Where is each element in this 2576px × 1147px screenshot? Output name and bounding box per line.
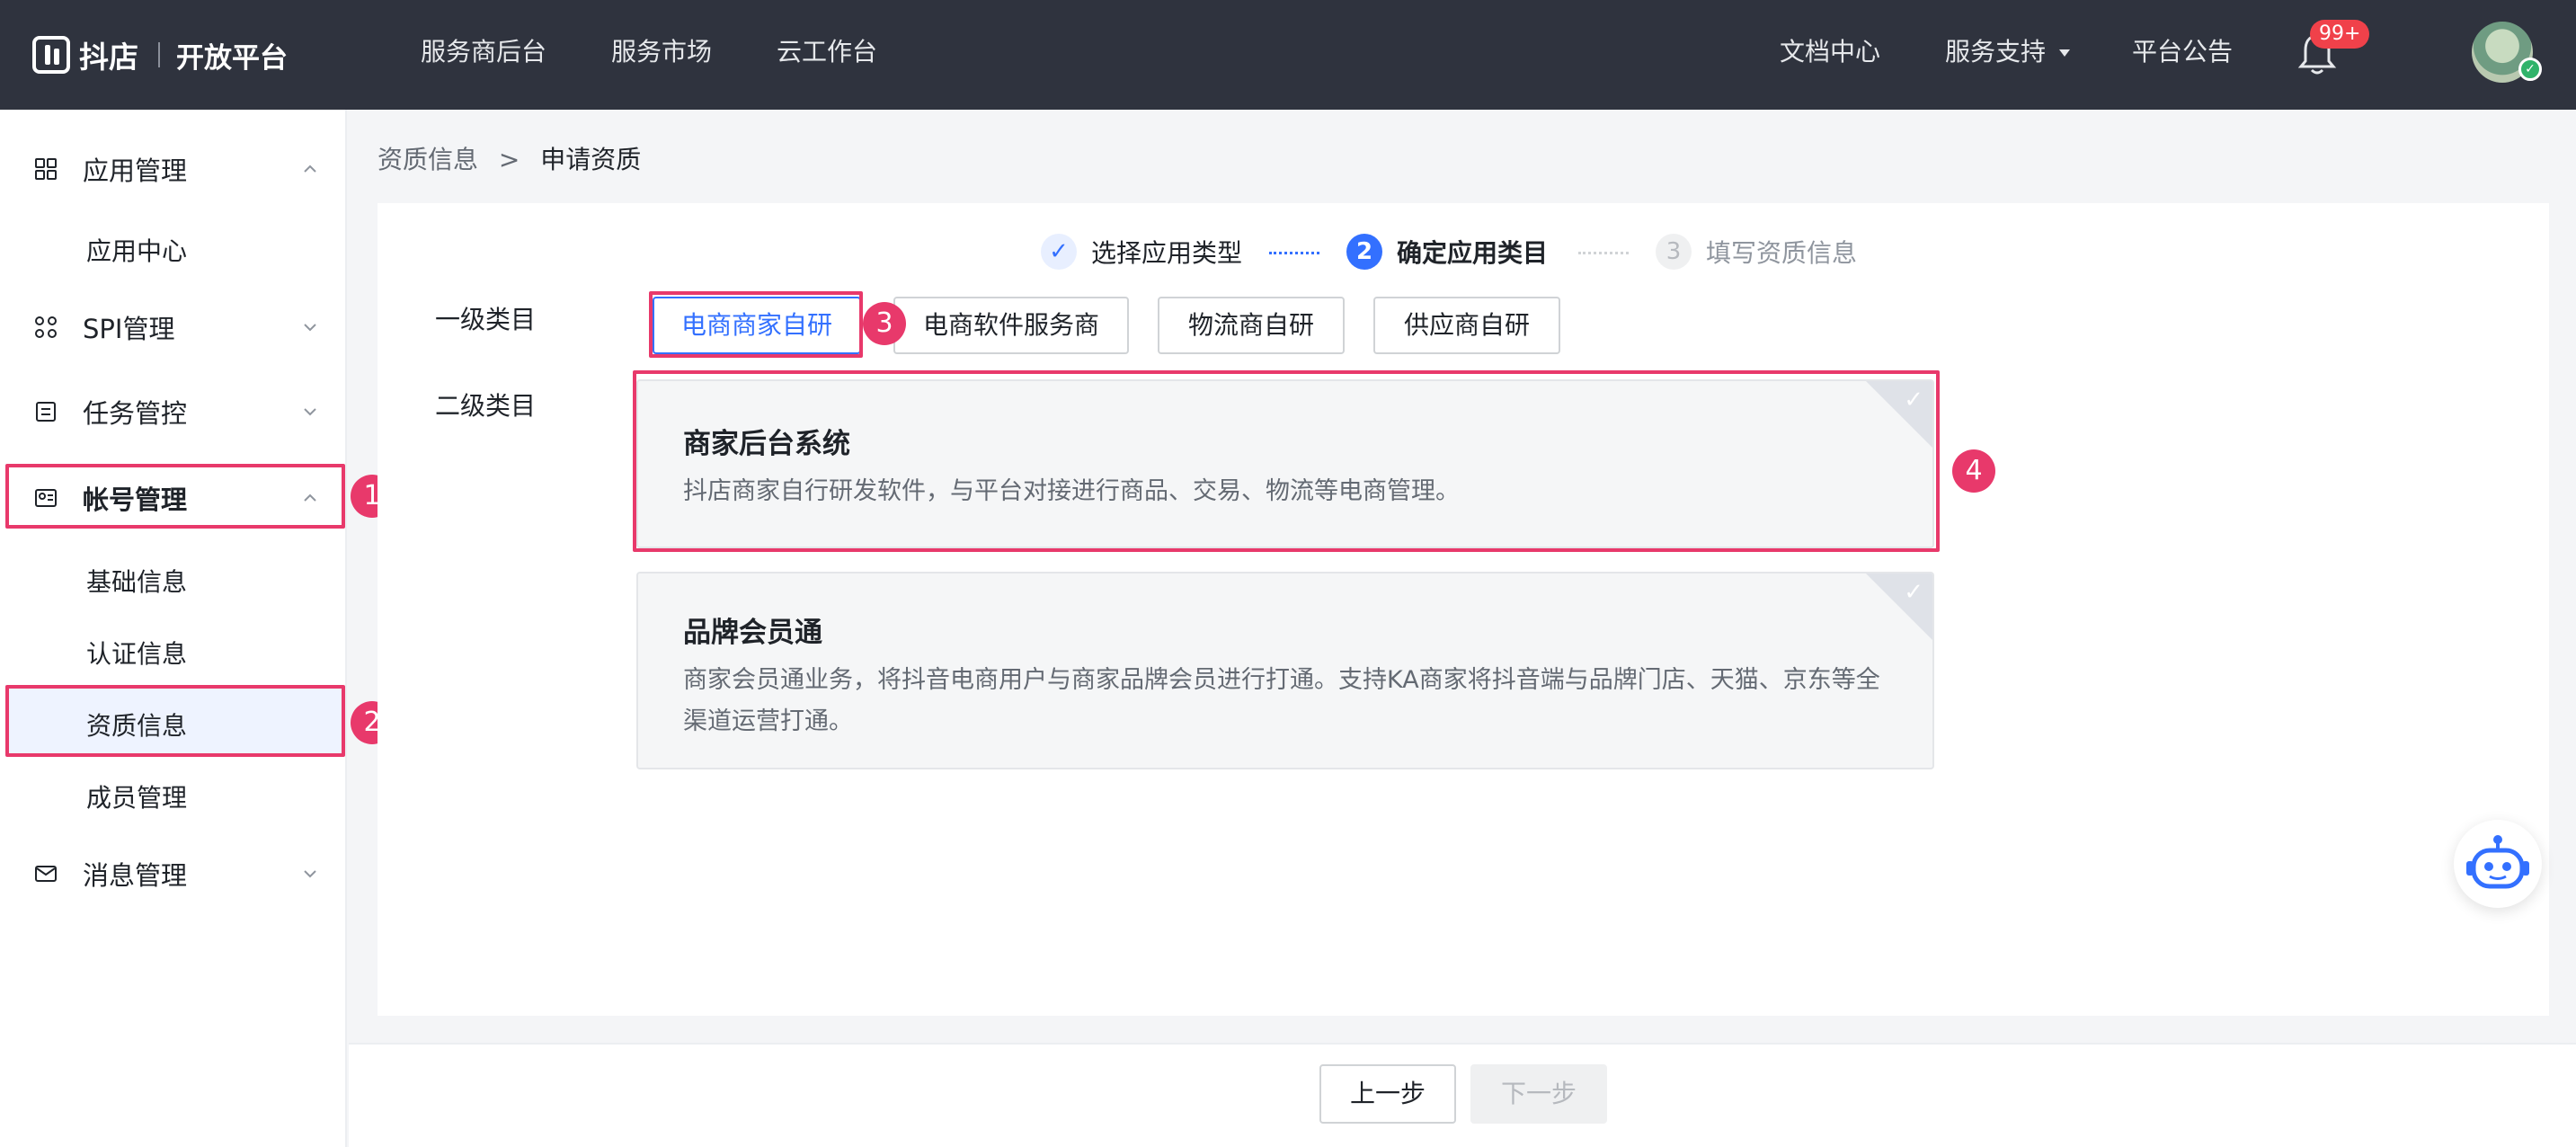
card-title: 品牌会员通 (683, 617, 822, 649)
category-option-logistics-self-dev[interactable]: 物流商自研 (1158, 297, 1345, 354)
chevron-up-icon (304, 164, 316, 173)
sidebar-item-app-center[interactable]: 应用中心 (86, 232, 187, 268)
task-icon (36, 402, 56, 422)
previous-step-button[interactable]: 上一步 (1319, 1064, 1456, 1124)
sidebar-group-label: 应用管理 (83, 156, 188, 186)
sidebar-group-label: 消息管理 (83, 860, 188, 891)
category-option-supplier-self-dev[interactable]: 供应商自研 (1373, 297, 1560, 354)
brand-name: 抖店 (79, 40, 138, 75)
notification-count-badge: 99+ (2310, 20, 2370, 49)
step-label: 选择应用类型 (1091, 238, 1243, 268)
sidebar-item-certification-info[interactable]: 认证信息 (86, 635, 187, 671)
caret-down-icon (2058, 49, 2070, 57)
level1-category-label: 一级类目 (435, 305, 537, 334)
step-number: 3 (1656, 234, 1692, 270)
next-step-button[interactable]: 下一步 (1470, 1064, 1607, 1124)
nav-cloud-workbench[interactable]: 云工作台 (777, 32, 877, 68)
sidebar-group-account-management[interactable]: 帐号管理 (0, 469, 347, 527)
sidebar-group-task-control[interactable]: 任务管控 (0, 383, 347, 440)
brand-subtitle: 开放平台 (176, 41, 288, 75)
assistant-robot-button[interactable] (2454, 820, 2542, 908)
sidebar-item-qualification-info[interactable]: 资质信息 (86, 707, 187, 742)
verified-check-icon: ✓ (2518, 58, 2542, 81)
card-description: 抖店商家自行研发软件，与平台对接进行商品、交易、物流等电商管理。 (683, 477, 1460, 505)
chevron-down-icon (304, 870, 316, 878)
card-title: 商家后台系统 (683, 428, 850, 460)
sidebar-group-label: 帐号管理 (83, 485, 188, 515)
logo-divider (158, 42, 160, 67)
step-number: 2 (1346, 234, 1382, 270)
chevron-up-icon (304, 493, 316, 502)
spi-icon (35, 316, 57, 338)
nav-provider-backend[interactable]: 服务商后台 (421, 32, 546, 68)
grid-icon (35, 158, 57, 180)
category-option-software-provider[interactable]: 电商软件服务商 (893, 297, 1129, 354)
check-icon: ✓ (1904, 387, 1923, 413)
sidebar-item-member-management[interactable]: 成员管理 (86, 778, 187, 814)
breadcrumb: 资质信息 > 申请资质 (378, 140, 641, 176)
logo-icon (32, 36, 70, 74)
step-connector (1578, 252, 1629, 254)
nav-service-support-label: 服务支持 (1945, 37, 2047, 67)
platform-logo[interactable]: 抖店 开放平台 (32, 34, 288, 76)
step-confirm-category: 2 确定应用类目 (1346, 234, 1548, 270)
mail-icon (35, 866, 57, 882)
category-option-merchant-self-dev[interactable]: 电商商家自研 (653, 297, 861, 354)
step-select-app-type: ✓ 选择应用类型 (1041, 234, 1242, 270)
annotation-marker-3: 3 (863, 302, 906, 345)
breadcrumb-current: 申请资质 (540, 145, 642, 174)
breadcrumb-parent[interactable]: 资质信息 (378, 145, 478, 174)
nav-service-market[interactable]: 服务市场 (611, 32, 712, 68)
id-card-icon (35, 489, 57, 507)
sidebar-item-basic-info[interactable]: 基础信息 (86, 563, 187, 599)
sidebar-group-label: 任务管控 (83, 398, 188, 429)
sidebar-group-spi-management[interactable]: SPI管理 (0, 298, 347, 356)
check-icon: ✓ (1904, 579, 1923, 606)
step-connector (1269, 252, 1319, 254)
annotation-marker-4: 4 (1952, 449, 1995, 493)
footer-bar (349, 1043, 2576, 1147)
category-card-merchant-backend[interactable]: ✓ 商家后台系统 抖店商家自行研发软件，与平台对接进行商品、交易、物流等电商管理… (636, 379, 1934, 548)
chevron-down-icon (304, 324, 316, 332)
step-fill-qualification: 3 填写资质信息 (1656, 234, 1857, 270)
card-description: 商家会员通业务，将抖音电商用户与商家品牌会员进行打通。支持KA商家将抖音端与品牌… (683, 666, 1880, 735)
check-icon: ✓ (1041, 234, 1077, 270)
level2-category-label: 二级类目 (435, 391, 537, 421)
breadcrumb-separator: > (498, 145, 520, 174)
top-bar: 抖店 开放平台 服务商后台 服务市场 云工作台 文档中心 服务支持 平台公告 9… (0, 0, 2576, 110)
robot-icon (2466, 835, 2529, 889)
nav-platform-announcement[interactable]: 平台公告 (2132, 32, 2233, 68)
sidebar-group-message-management[interactable]: 消息管理 (0, 845, 347, 902)
nav-service-support[interactable]: 服务支持 (1945, 32, 2072, 68)
step-label: 填写资质信息 (1706, 238, 1858, 268)
sidebar-group-label: SPI管理 (83, 314, 175, 344)
step-label: 确定应用类目 (1397, 238, 1549, 268)
sidebar-group-app-management[interactable]: 应用管理 (0, 140, 347, 198)
category-card-brand-membership[interactable]: ✓ 品牌会员通 商家会员通业务，将抖音电商用户与商家品牌会员进行打通。支持KA商… (636, 572, 1934, 769)
chevron-down-icon (304, 408, 316, 416)
nav-docs-center[interactable]: 文档中心 (1780, 32, 1880, 68)
